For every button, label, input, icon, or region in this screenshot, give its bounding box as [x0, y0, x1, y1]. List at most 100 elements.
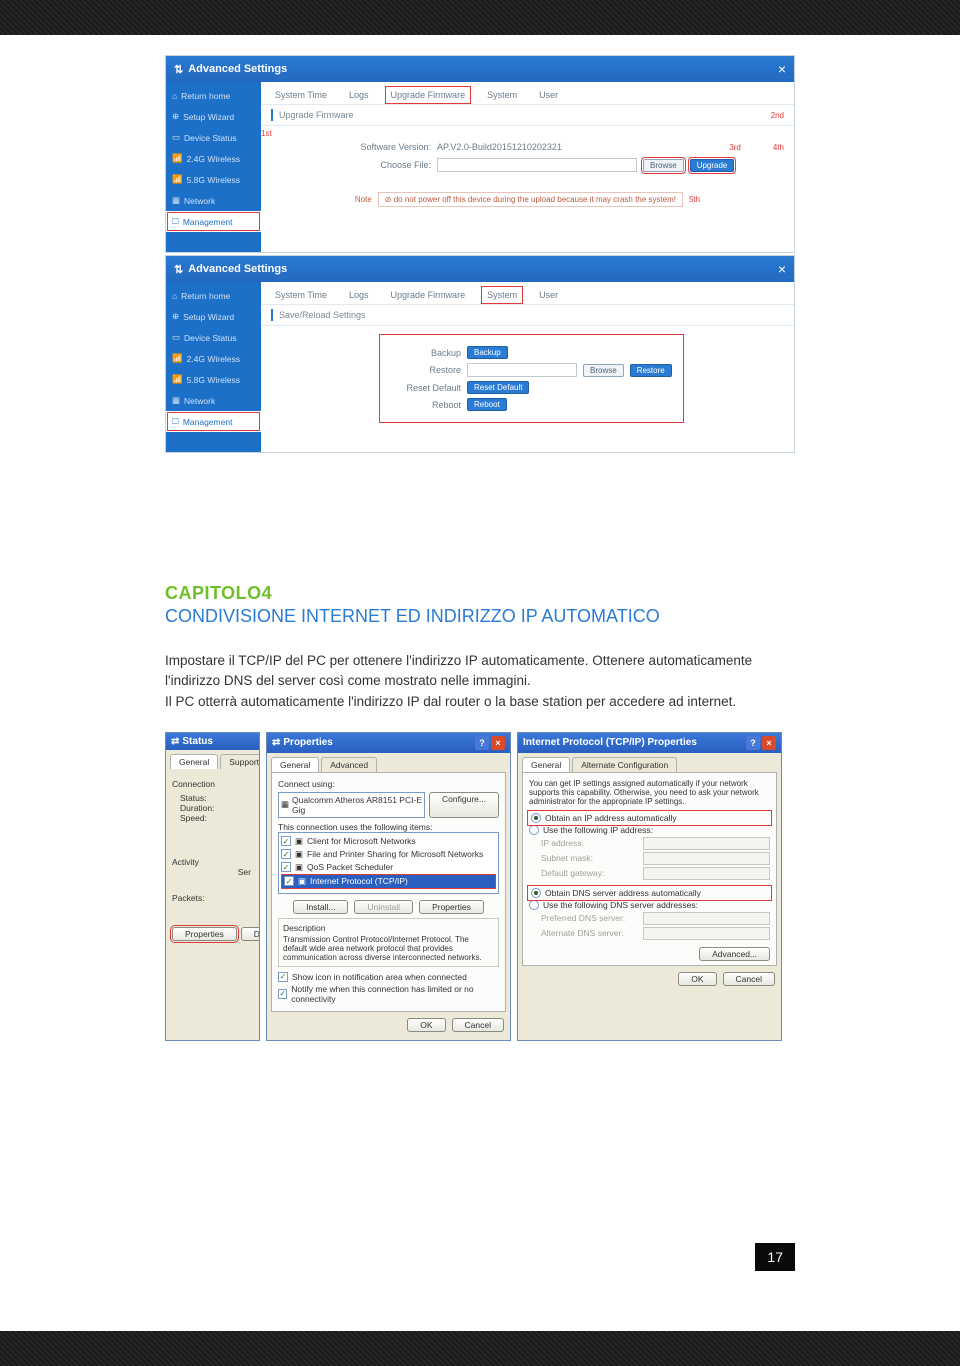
notify-checkbox-label: Notify me when this connection has limit…: [291, 984, 499, 1004]
subnet-input: [643, 852, 770, 865]
restore-label: Restore: [391, 365, 461, 375]
ip-cancel-button[interactable]: Cancel: [723, 972, 775, 986]
sidebar-item-management[interactable]: 🞎Management: [166, 411, 261, 432]
sub-label: Save/Reload Settings: [279, 310, 366, 320]
sidebar-item-58g[interactable]: 📶5.8G Wireless: [166, 369, 261, 390]
sidebar-item-management[interactable]: 🞎Management: [166, 211, 261, 232]
tab-system[interactable]: System: [483, 88, 521, 102]
sent-label: Ser: [172, 867, 253, 877]
props-cancel-button[interactable]: Cancel: [452, 1018, 504, 1032]
wifi-icon: 📶: [172, 353, 183, 364]
tab-user[interactable]: User: [535, 288, 562, 302]
note-box: ⊘ do not power off this device during th…: [378, 192, 683, 207]
upgrade-button[interactable]: Upgrade: [690, 159, 735, 172]
use-ip-label: Use the following IP address:: [543, 825, 653, 835]
xp-ip-tab-general[interactable]: General: [522, 757, 570, 772]
tab-upgrade-firmware[interactable]: Upgrade Firmware: [387, 88, 470, 102]
note-label: Note: [355, 195, 372, 204]
close-icon[interactable]: ×: [491, 736, 505, 750]
panel-upgrade: ⇅ Advanced Settings × ⌂Return home ⊕Setu…: [165, 55, 795, 253]
restore-button[interactable]: Restore: [630, 364, 672, 377]
xp-status-tab-support[interactable]: Support: [220, 754, 260, 769]
tab-system-time[interactable]: System Time: [271, 88, 331, 102]
radio-icon[interactable]: [531, 888, 541, 898]
backup-label: Backup: [391, 348, 461, 358]
help-icon[interactable]: ?: [746, 736, 760, 750]
items-list[interactable]: ✓▣Client for Microsoft Networks ✓▣File a…: [278, 832, 499, 894]
sidebar-item-return[interactable]: ⌂Return home: [166, 286, 261, 306]
close-icon[interactable]: ×: [778, 61, 786, 77]
panel-system-title: ⇅ Advanced Settings: [174, 263, 287, 276]
connect-using-label: Connect using:: [278, 779, 499, 789]
choose-file-label: Choose File:: [271, 160, 431, 170]
xp-status-tab-general[interactable]: General: [170, 754, 218, 769]
close-icon[interactable]: ×: [778, 261, 786, 277]
restore-input[interactable]: [467, 363, 577, 377]
tab-system[interactable]: System: [483, 288, 521, 302]
xp-props-tab-advanced[interactable]: Advanced: [321, 757, 377, 772]
use-dns-label: Use the following DNS server addresses:: [543, 900, 698, 910]
sidebar-item-status[interactable]: ▭Device Status: [166, 327, 261, 348]
bottom-dark-band: [0, 1331, 960, 1366]
reset-label: Reset Default: [391, 383, 461, 393]
sidebar-item-return[interactable]: ⌂Return home: [166, 86, 261, 106]
radio-icon[interactable]: [529, 900, 539, 910]
radio-icon[interactable]: [531, 813, 541, 823]
wifi-icon: 📶: [172, 374, 183, 385]
status-icon: ⇄: [171, 736, 179, 747]
description-heading: Description: [283, 923, 494, 933]
nic-icon: ▦: [281, 799, 289, 810]
tab-logs[interactable]: Logs: [345, 288, 373, 302]
xp-ip-tab-alt[interactable]: Alternate Configuration: [572, 757, 677, 772]
choose-file-input[interactable]: [437, 158, 637, 172]
tab-logs[interactable]: Logs: [345, 88, 373, 102]
sidebar-item-wizard[interactable]: ⊕Setup Wizard: [166, 106, 261, 127]
folder-icon: 🞎: [172, 416, 179, 427]
configure-button[interactable]: Configure...: [429, 792, 499, 818]
close-icon[interactable]: ×: [762, 736, 776, 750]
sidebar-item-status[interactable]: ▭Device Status: [166, 127, 261, 148]
tab-row-system: System Time Logs Upgrade Firmware System…: [261, 282, 794, 305]
gateway-label: Default gateway:: [541, 868, 639, 878]
sidebar-item-24g[interactable]: 📶2.4G Wireless: [166, 348, 261, 369]
reset-button[interactable]: Reset Default: [467, 381, 529, 394]
checkbox-icon[interactable]: ✓: [284, 876, 294, 886]
duration-label: Duration:: [180, 803, 253, 813]
sidebar-item-network[interactable]: ▦Network: [166, 190, 261, 211]
sidebar-item-network[interactable]: ▦Network: [166, 390, 261, 411]
radio-icon[interactable]: [529, 825, 539, 835]
share-icon: ▣: [295, 849, 303, 860]
gear-icon: ⊕: [172, 311, 179, 322]
gateway-input: [643, 867, 770, 880]
checkbox-icon[interactable]: ✓: [278, 989, 287, 999]
install-button[interactable]: Install...: [293, 900, 348, 914]
annotation-2nd: 2nd: [771, 111, 784, 120]
tcpip-icon: ▣: [298, 876, 306, 887]
help-icon[interactable]: ?: [475, 736, 489, 750]
tab-user[interactable]: User: [535, 88, 562, 102]
tab-row-upgrade: System Time Logs Upgrade Firmware System…: [261, 82, 794, 105]
sidebar-item-58g[interactable]: 📶5.8G Wireless: [166, 169, 261, 190]
note-row: Note ⊘ do not power off this device duri…: [271, 192, 784, 207]
tab-upgrade-firmware[interactable]: Upgrade Firmware: [387, 288, 470, 302]
xp-props-tab-general[interactable]: General: [271, 757, 319, 772]
checkbox-icon[interactable]: ✓: [278, 972, 288, 982]
browse-button[interactable]: Browse: [643, 159, 684, 172]
checkbox-icon[interactable]: ✓: [281, 862, 291, 872]
props-ok-button[interactable]: OK: [407, 1018, 445, 1032]
sidebar-item-wizard[interactable]: ⊕Setup Wizard: [166, 306, 261, 327]
tab-system-time[interactable]: System Time: [271, 288, 331, 302]
bar-icon: [271, 309, 273, 321]
ip-ok-button[interactable]: OK: [678, 972, 716, 986]
subnet-label: Subnet mask:: [541, 853, 639, 863]
checkbox-icon[interactable]: ✓: [281, 836, 291, 846]
checkbox-icon[interactable]: ✓: [281, 849, 291, 859]
item-properties-button[interactable]: Properties: [419, 900, 484, 914]
advanced-button[interactable]: Advanced...: [699, 947, 770, 961]
sidebar-item-24g[interactable]: 📶2.4G Wireless: [166, 148, 261, 169]
backup-button[interactable]: Backup: [467, 346, 508, 359]
reboot-button[interactable]: Reboot: [467, 398, 507, 411]
status-disable-button[interactable]: Disab: [241, 927, 260, 941]
restore-browse-button[interactable]: Browse: [583, 364, 624, 377]
status-properties-button[interactable]: Properties: [172, 927, 237, 941]
